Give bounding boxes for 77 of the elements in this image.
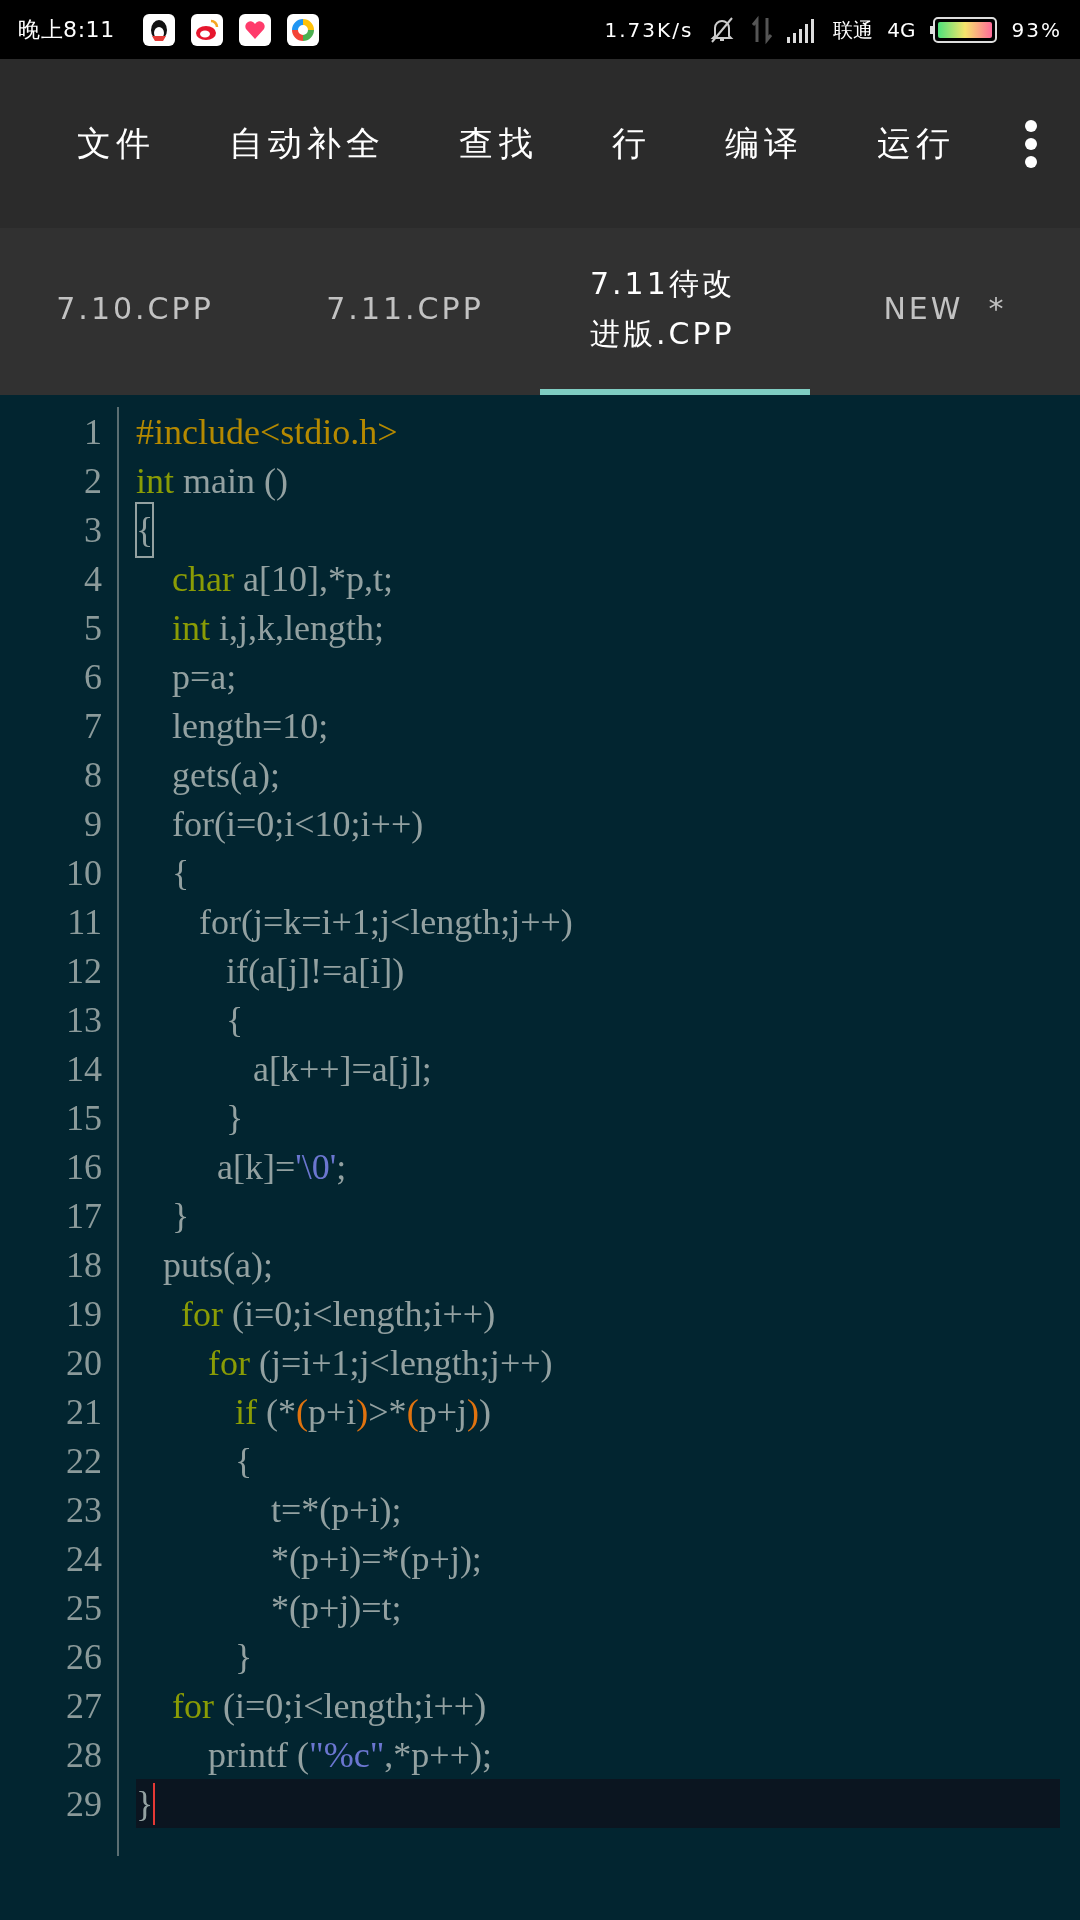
network-type: 4G <box>887 16 916 44</box>
code-line: for (j=i+1;j<length;j++) <box>207 1341 554 1385</box>
swirl-icon <box>190 13 223 46</box>
menu-item[interactable]: 编译 <box>718 110 809 177</box>
code-line: length=10; <box>171 704 330 748</box>
code-line: } <box>225 1096 245 1140</box>
code-line: if(a[j]!=a[i]) <box>225 949 406 993</box>
line-number: 15 <box>65 1096 102 1140</box>
status-time: 晚上8:11 <box>18 16 115 44</box>
line-number: 20 <box>65 1341 102 1385</box>
line-number: 19 <box>65 1292 102 1336</box>
file-tab[interactable]: 7.10.CPP <box>0 228 270 395</box>
carrier-name: 联通 <box>833 16 874 44</box>
line-number: 21 <box>65 1390 102 1434</box>
code-line: gets(a); <box>171 753 281 797</box>
line-number: 25 <box>65 1586 102 1630</box>
line-number: 8 <box>83 753 102 797</box>
data-arrows-icon <box>751 14 774 45</box>
line-number: 16 <box>65 1145 102 1189</box>
file-tab[interactable]: NEW * <box>810 228 1080 395</box>
menu-item[interactable]: 查找 <box>453 110 544 177</box>
line-number: 9 <box>83 802 102 846</box>
code-line: } <box>234 1635 254 1679</box>
line-number: 18 <box>65 1243 102 1287</box>
line-number: 3 <box>83 508 102 552</box>
code-line: printf ("%c",*p++); <box>207 1733 493 1777</box>
code-line: for (i=0;i<length;i++) <box>180 1292 497 1336</box>
code-line: *(p+i)=*(p+j); <box>270 1537 483 1581</box>
line-number: 6 <box>83 655 102 699</box>
code-line: int i,j,k,length; <box>171 606 385 650</box>
menu-item[interactable]: 运行 <box>870 110 962 177</box>
code-line: a[k]='\0'; <box>216 1145 348 1189</box>
code-line: *(p+j)=t; <box>270 1586 403 1630</box>
line-number: 1 <box>83 410 102 454</box>
code-line: for (i=0;i<length;i++) <box>171 1684 488 1728</box>
line-number: 23 <box>65 1488 102 1532</box>
line-number: 26 <box>65 1635 102 1679</box>
line-number: 4 <box>83 557 102 601</box>
code-line: p=a; <box>171 655 238 699</box>
line-number: 27 <box>65 1684 102 1728</box>
code-line: { <box>171 851 191 895</box>
line-number: 13 <box>65 998 102 1042</box>
code-line: { <box>225 998 245 1042</box>
file-tab[interactable]: 7.11待改进版.CPP <box>540 228 810 395</box>
code-line: puts(a); <box>162 1243 274 1287</box>
menu-item[interactable]: 文件 <box>70 110 162 177</box>
line-number: 24 <box>65 1537 102 1581</box>
line-number: 2 <box>83 459 102 503</box>
menu-item[interactable]: 自动补全 <box>223 110 392 177</box>
line-number: 29 <box>65 1782 102 1826</box>
line-number: 14 <box>65 1047 102 1091</box>
line-number: 11 <box>66 900 102 944</box>
menu-item[interactable]: 行 <box>605 110 657 177</box>
line-number: 28 <box>65 1733 102 1777</box>
code-line: } <box>171 1194 191 1238</box>
code-line: if (*(p+i)>*(p+j)) <box>234 1390 492 1434</box>
file-tab[interactable]: 7.11.CPP <box>270 228 540 395</box>
network-speed: 1.73K/s <box>604 16 694 44</box>
code-line: char a[10],*p,t; <box>171 557 394 601</box>
code-line: int main () <box>136 459 289 503</box>
code-line: { <box>234 1439 254 1483</box>
battery-percent: 93% <box>1011 16 1062 44</box>
code-line: t=*(p+i); <box>270 1488 403 1532</box>
pinwheel-icon <box>286 13 319 46</box>
line-number: 12 <box>65 949 102 993</box>
line-number: 7 <box>83 704 102 748</box>
code-line: for(i=0;i<10;i++) <box>171 802 425 846</box>
code-line: a[k++]=a[j]; <box>252 1047 433 1091</box>
more-options-icon[interactable] <box>1023 118 1039 169</box>
battery-icon <box>929 15 998 44</box>
code-line: for(j=k=i+1;j<length;j++) <box>198 900 574 944</box>
penguin-icon <box>142 13 175 46</box>
line-number: 5 <box>83 606 102 650</box>
line-number: 10 <box>65 851 102 895</box>
code-line: #include<stdio.h> <box>136 410 399 454</box>
line-number: 17 <box>65 1194 102 1238</box>
line-number: 22 <box>65 1439 102 1483</box>
